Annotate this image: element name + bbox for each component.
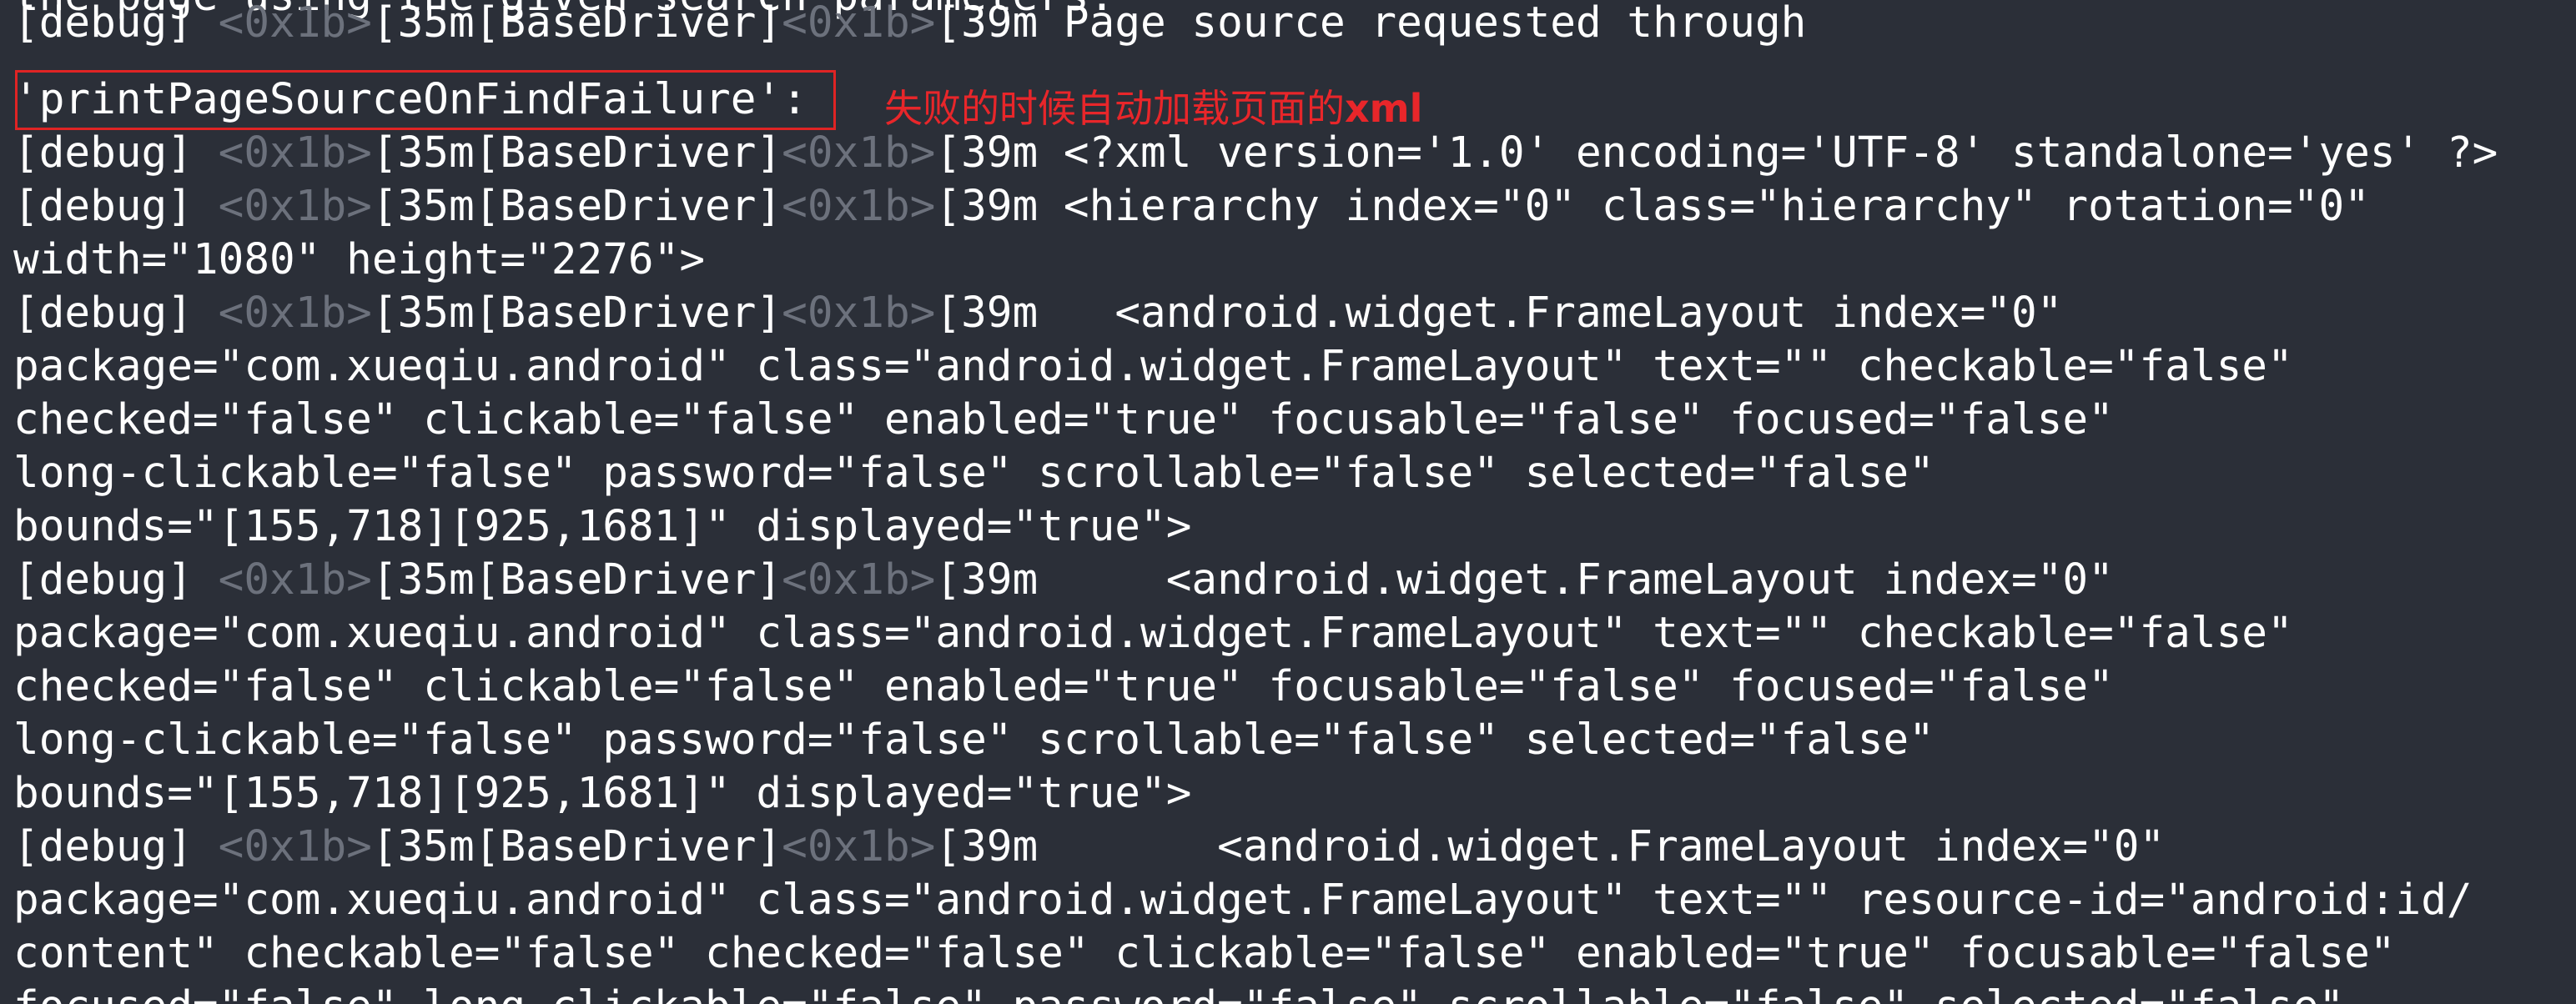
log-line: [debug] <0x1b>[35m[BaseDriver]<0x1b>[39m… — [13, 0, 1807, 48]
log-line: package="com.xueqiu.android" class="andr… — [13, 876, 2473, 925]
log-line: content" checkable="false" checked="fals… — [13, 929, 2396, 978]
log-line: [debug] <0x1b>[35m[BaseDriver]<0x1b>[39m… — [13, 182, 2370, 231]
log-line: focused="false" long-clickable="false" p… — [13, 981, 2344, 1004]
log-line: checked="false" clickable="false" enable… — [13, 662, 2114, 711]
log-line: [debug] <0x1b>[35m[BaseDriver]<0x1b>[39m… — [13, 555, 2114, 605]
annotation-label: 失败的时候自动加载页面的xml — [884, 86, 1423, 131]
log-line: bounds="[155,718][925,1681]" displayed="… — [13, 769, 1192, 818]
highlight-box — [15, 70, 836, 130]
terminal-window[interactable]: the page using the given search paramete… — [0, 0, 2576, 1004]
log-line: bounds="[155,718][925,1681]" displayed="… — [13, 502, 1192, 551]
log-line: long-clickable="false" password="false" … — [13, 715, 1935, 765]
log-line: package="com.xueqiu.android" class="andr… — [13, 609, 2293, 658]
log-line: package="com.xueqiu.android" class="andr… — [13, 342, 2293, 391]
log-line: [debug] <0x1b>[35m[BaseDriver]<0x1b>[39m… — [13, 822, 2166, 871]
log-line: [debug] <0x1b>[35m[BaseDriver]<0x1b>[39m… — [13, 289, 2063, 338]
log-line: checked="false" clickable="false" enable… — [13, 395, 2114, 444]
log-line: long-clickable="false" password="false" … — [13, 449, 1935, 498]
log-line: width="1080" height="2276"> — [13, 235, 706, 284]
